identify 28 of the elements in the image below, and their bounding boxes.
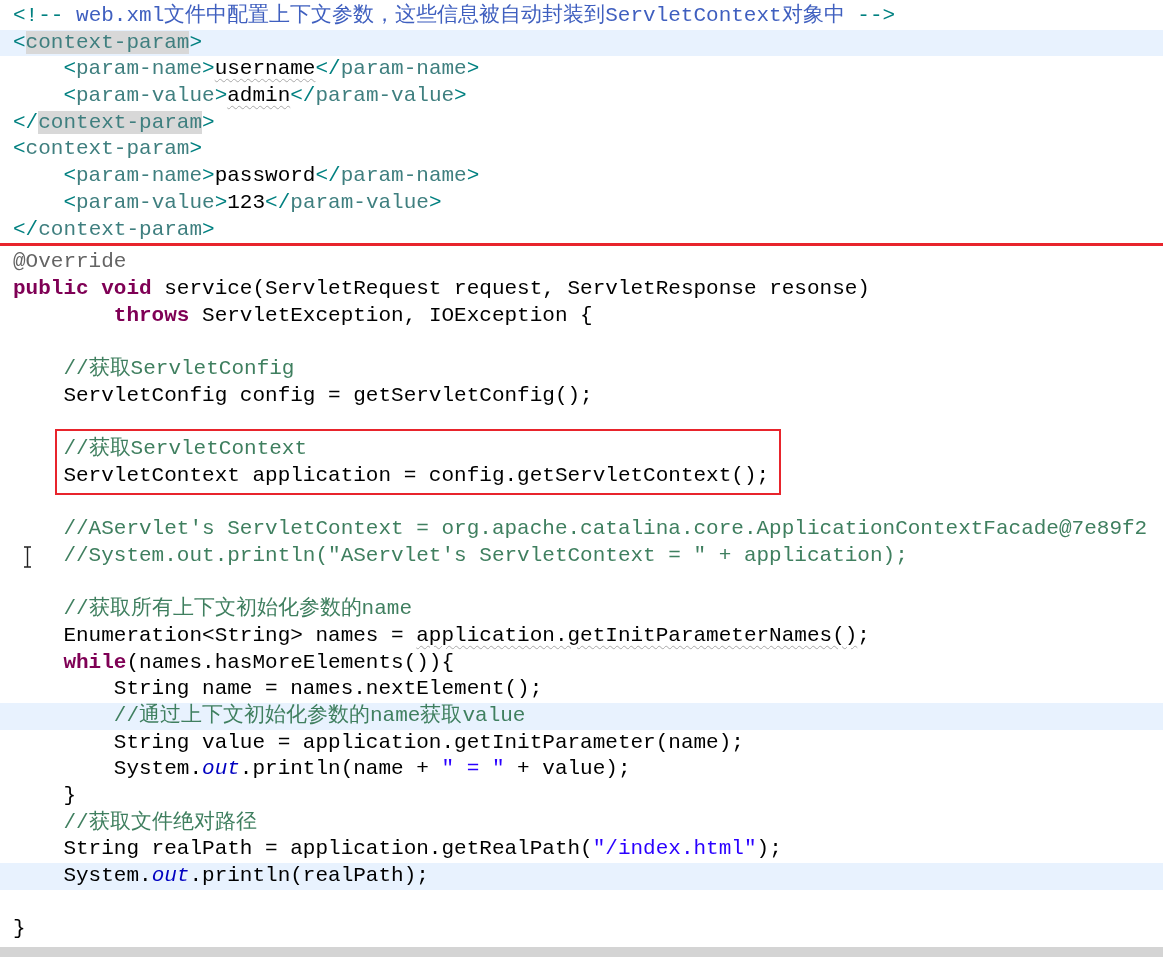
code-line: <!-- web.xml文件中配置上下文参数，这些信息被自动封装到ServletContext对象中 --> (12, 3, 897, 29)
code-line: <param-value>123</param-value> (62, 189, 443, 216)
code-line: </context-param> (12, 109, 216, 136)
code-line: Enumeration<String> names = application.getInitParameterNames(); (62, 622, 871, 649)
code-line: //AServlet's ServletContext = org.apache.catalina.core.ApplicationContextFacade@7e89f2 (62, 516, 1149, 543)
code-line: String name = names.nextElement(); (112, 676, 544, 703)
code-line: @Override (12, 249, 128, 276)
code-line: String realPath = application.getRealPath("/index.html"); (62, 836, 783, 863)
code-line: <param-name>username</param-name> (62, 56, 481, 83)
code-line: </context-param> (12, 216, 216, 243)
code-line: public void service(ServletRequest request, ServletResponse resonse) (12, 275, 871, 302)
code-line: ServletContext application = config.getServletContext(); (62, 462, 771, 489)
code-line: throws ServletException, IOException { (112, 302, 594, 329)
code-line: } (62, 782, 77, 809)
code-line: String value = application.getInitParameter(name); (112, 729, 745, 756)
code-line: <param-value>admin</param-value> (62, 83, 468, 110)
code-line: <param-name>password</param-name> (62, 163, 481, 190)
horizontal-scrollbar[interactable] (0, 947, 1163, 957)
code-line: //获取ServletConfig (62, 355, 296, 382)
code-line: ServletConfig config = getServletConfig(); (62, 382, 594, 409)
code-line: //获取所有上下文初始化参数的name (62, 596, 414, 623)
code-line: } (12, 916, 27, 943)
code-line: <context-param> (12, 136, 204, 163)
code-line: //获取ServletContext (62, 436, 309, 462)
code-line: //System.out.println("AServlet's ServletContext = " + application); (0, 542, 1163, 570)
code-line: //获取文件绝对路径 (62, 809, 258, 836)
code-line: while(names.hasMoreElements()){ (62, 649, 456, 676)
code-line: System.out.println(name + " = " + value); (112, 756, 632, 783)
